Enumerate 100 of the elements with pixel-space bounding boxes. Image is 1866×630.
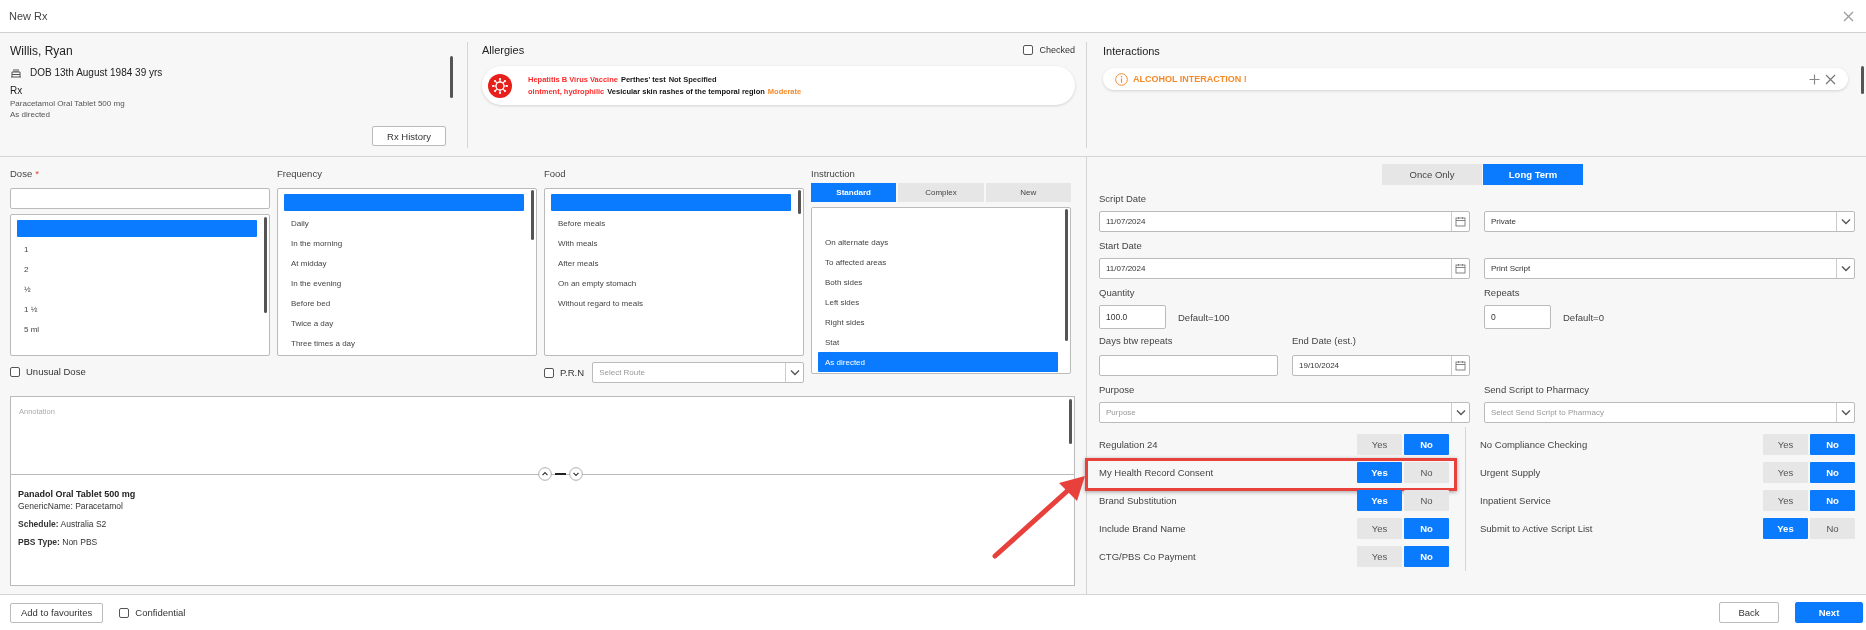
list-item[interactable]: Daily [284, 213, 524, 233]
toggle-option-button[interactable]: Yes [1763, 433, 1808, 455]
toggle-option-button[interactable]: No [1810, 433, 1855, 455]
list-item[interactable]: Stat [818, 332, 1058, 352]
script-output-dropdown[interactable]: Print Script [1484, 258, 1855, 279]
start-date-field[interactable]: 11/07/2024 [1099, 258, 1470, 279]
payment-dropdown[interactable]: Private [1484, 211, 1855, 232]
default-text: Default=100 [1178, 311, 1230, 323]
list-item[interactable]: As directed [818, 352, 1058, 372]
option-label: Urgent Supply [1480, 466, 1542, 478]
list-item[interactable]: With meals [551, 233, 791, 253]
scrollbar-thumb[interactable] [450, 56, 453, 98]
checkbox-label: Checked [1039, 45, 1075, 55]
calendar-icon [1455, 216, 1466, 227]
default-text: Default=0 [1563, 311, 1604, 323]
checkbox[interactable] [544, 367, 554, 378]
option-label: CTG/PBS Co Payment [1099, 550, 1197, 562]
chevron-up-icon[interactable] [538, 467, 552, 481]
checkbox[interactable] [119, 607, 130, 618]
drug-name: Panadol Oral Tablet 500 mg [18, 489, 137, 499]
list-item[interactable]: 5 ml [17, 319, 257, 339]
end-date-label: End Date (est.) [1292, 334, 1357, 348]
list-item[interactable]: In the evening [284, 273, 524, 293]
toggle-option-button[interactable]: Yes [1357, 489, 1402, 511]
list-item[interactable]: Right sides [818, 312, 1058, 332]
chevron-down-icon[interactable] [569, 467, 583, 481]
option-label: Include Brand Name [1099, 522, 1187, 534]
list-item[interactable]: After meals [551, 253, 791, 273]
rx-heading: Rx [10, 85, 24, 96]
food-label: Food [544, 166, 567, 181]
toggle-option-button[interactable]: No [1404, 489, 1449, 511]
list-item[interactable]: Without regard to meals [551, 293, 791, 313]
end-date-field[interactable]: 19/10/2024 [1292, 355, 1470, 376]
chevron-down-icon [1455, 409, 1466, 416]
rx-directions: As directed [10, 109, 52, 120]
list-item[interactable]: Before meals [551, 213, 791, 233]
toggle-option-button[interactable]: No [1404, 517, 1449, 539]
close-icon[interactable] [1825, 73, 1836, 85]
scrollbar-thumb[interactable] [531, 190, 534, 240]
list-item[interactable]: Twice a day [284, 313, 524, 333]
list-item[interactable]: 1 [17, 239, 257, 259]
toggle-option-button[interactable]: Yes [1357, 461, 1402, 483]
toggle-option-button[interactable]: Yes [1357, 517, 1402, 539]
toggle-option-button[interactable]: No [1404, 433, 1449, 455]
scrollbar-thumb[interactable] [798, 190, 801, 214]
script-type-tab[interactable]: Long Term [1483, 164, 1583, 185]
dose-field[interactable] [10, 188, 270, 209]
dose-label: Dose [10, 167, 33, 179]
list-item[interactable]: To affected areas [818, 252, 1058, 272]
list-item[interactable]: Three times a day [284, 333, 524, 353]
repeats-field[interactable]: 0 [1484, 305, 1551, 329]
splitter-handle[interactable] [555, 473, 566, 475]
quantity-field[interactable]: 100.0 [1099, 305, 1166, 329]
add-to-favourites-button[interactable]: Add to favourites [10, 602, 104, 623]
next-button[interactable]: Next [1795, 602, 1863, 623]
drug-detail: PBS Type: Non PBS [18, 537, 99, 547]
script-type-tab[interactable]: Once Only [1382, 164, 1482, 185]
list-item[interactable]: At midday [284, 253, 524, 273]
days-between-repeats-field[interactable] [1099, 355, 1278, 376]
checkbox[interactable] [1023, 45, 1034, 55]
toggle-option-button[interactable]: Yes [1763, 461, 1808, 483]
list-item[interactable]: Before bed [284, 293, 524, 313]
toggle-option-button[interactable]: Yes [1357, 433, 1402, 455]
allergies-title: Allergies [482, 44, 525, 56]
chevron-down-icon [1840, 218, 1851, 225]
toggle-option-button[interactable]: Yes [1763, 517, 1808, 539]
toggle-option-button[interactable]: Yes [1357, 545, 1402, 567]
plus-icon[interactable] [1809, 73, 1820, 85]
list-item[interactable]: 1 ½ [17, 299, 257, 319]
instruction-tab[interactable]: New [985, 183, 1071, 202]
script-date-field[interactable]: 11/07/2024 [1099, 211, 1470, 232]
toggle-option-button[interactable]: No [1810, 489, 1855, 511]
list-item[interactable]: 2 [17, 259, 257, 279]
list-item[interactable]: Left sides [818, 292, 1058, 312]
list-item[interactable]: On an empty stomach [551, 273, 791, 293]
instruction-tab[interactable]: Complex [898, 183, 984, 202]
checkbox[interactable] [10, 366, 20, 377]
option-label: Regulation 24 [1099, 438, 1159, 450]
toggle-option-button[interactable]: No [1404, 545, 1449, 567]
back-button[interactable]: Back [1719, 602, 1779, 623]
scrollbar-thumb[interactable] [1069, 399, 1072, 444]
toggle-option-button[interactable]: No [1810, 517, 1855, 539]
option-label: Inpatient Service [1480, 494, 1552, 506]
list-item[interactable]: ½ [17, 279, 257, 299]
scrollbar-thumb[interactable] [1065, 209, 1068, 341]
option-label: My Health Record Consent [1099, 466, 1215, 478]
toggle-option-button[interactable]: No [1404, 461, 1449, 483]
list-item[interactable]: Both sides [818, 272, 1058, 292]
instruction-tab[interactable]: Standard [811, 183, 897, 202]
scrollbar-thumb[interactable] [1861, 66, 1864, 94]
option-label: Submit to Active Script List [1480, 522, 1594, 534]
toggle-option-button[interactable]: No [1810, 461, 1855, 483]
rx-history-button[interactable]: Rx History [372, 126, 446, 146]
patient-name: Willis, Ryan [10, 44, 74, 58]
close-icon[interactable] [1843, 10, 1854, 22]
list-item[interactable]: In the morning [284, 233, 524, 253]
toggle-option-button[interactable]: Yes [1763, 489, 1808, 511]
list-item[interactable]: On alternate days [818, 232, 1058, 252]
scrollbar-thumb[interactable] [264, 217, 267, 313]
script-date-label: Script Date [1099, 191, 1147, 206]
